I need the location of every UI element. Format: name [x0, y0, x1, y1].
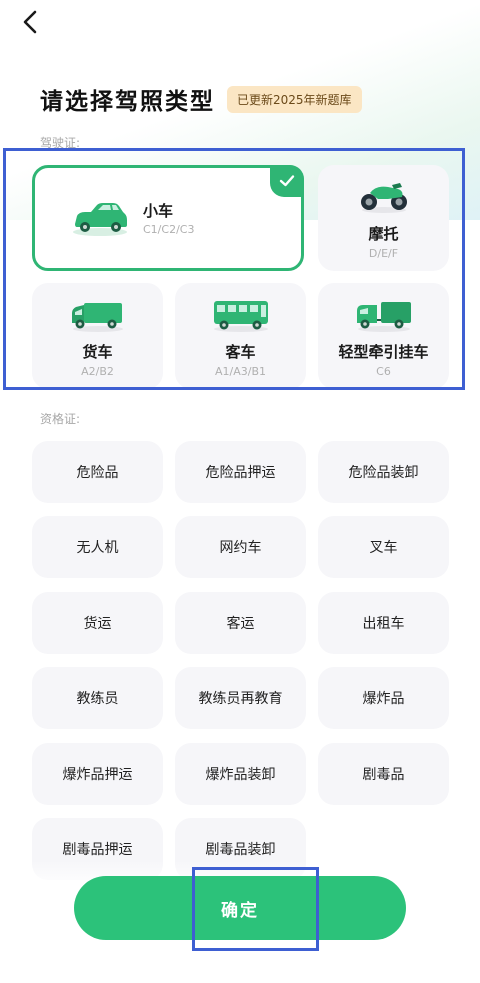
license-card-motorcycle[interactable]: 摩托 D/E/F	[318, 165, 449, 271]
license-name: 小车	[143, 202, 174, 220]
qualification-item[interactable]: 叉车	[318, 516, 449, 578]
chevron-left-icon	[23, 10, 37, 34]
update-badge: 已更新2025年新题库	[227, 85, 362, 113]
trailer-icon	[356, 302, 411, 332]
qualification-item[interactable]: 货运	[32, 592, 163, 654]
back-button[interactable]	[16, 8, 48, 40]
qualification-item[interactable]: 教练员	[32, 667, 163, 729]
license-card-car[interactable]: 小车 C1/C2/C3	[32, 165, 304, 271]
car-icon	[73, 203, 127, 236]
license-name: 轻型牵引挂车	[338, 343, 429, 361]
qualification-item[interactable]: 网约车	[175, 516, 306, 578]
license-classes: C6	[376, 365, 391, 378]
qualification-item[interactable]: 无人机	[32, 516, 163, 578]
qualification-item[interactable]: 危险品装卸	[318, 441, 449, 503]
qualification-item[interactable]: 危险品押运	[175, 441, 306, 503]
license-name: 摩托	[368, 225, 399, 243]
qualification-item[interactable]: 教练员再教育	[175, 667, 306, 729]
motorcycle-icon	[360, 183, 407, 213]
selected-check-badge	[270, 165, 304, 197]
license-card-truck[interactable]: 货车 A2/B2	[32, 283, 163, 389]
qualification-section-label: 资格证:	[40, 412, 81, 426]
license-card-bus[interactable]: 客车 A1/A3/B1	[175, 283, 306, 389]
license-card-trailer[interactable]: 轻型牵引挂车 C6	[318, 283, 449, 389]
title-row: 请选择驾照类型 已更新2025年新题库	[40, 82, 362, 116]
qualification-item[interactable]: 客运	[175, 592, 306, 654]
check-icon	[279, 175, 295, 187]
qualification-item[interactable]: 出租车	[318, 592, 449, 654]
license-classes: D/E/F	[368, 247, 399, 260]
license-classes: A2/B2	[81, 365, 114, 378]
license-section-label: 驾驶证:	[40, 136, 81, 150]
confirm-button[interactable]: 确定	[74, 876, 406, 940]
qualification-item[interactable]: 剧毒品	[318, 743, 449, 805]
page-title: 请选择驾照类型	[40, 89, 215, 115]
qualification-item[interactable]: 爆炸品装卸	[175, 743, 306, 805]
license-name: 货车	[82, 343, 113, 361]
qualification-item[interactable]: 爆炸品	[318, 667, 449, 729]
qualification-item[interactable]: 爆炸品押运	[32, 743, 163, 805]
license-name: 客车	[225, 343, 256, 361]
license-classes: C1/C2/C3	[143, 223, 195, 236]
bus-icon	[213, 301, 268, 332]
license-classes: A1/A3/B1	[214, 365, 266, 378]
truck-icon	[71, 303, 123, 332]
qualification-item[interactable]: 危险品	[32, 441, 163, 503]
